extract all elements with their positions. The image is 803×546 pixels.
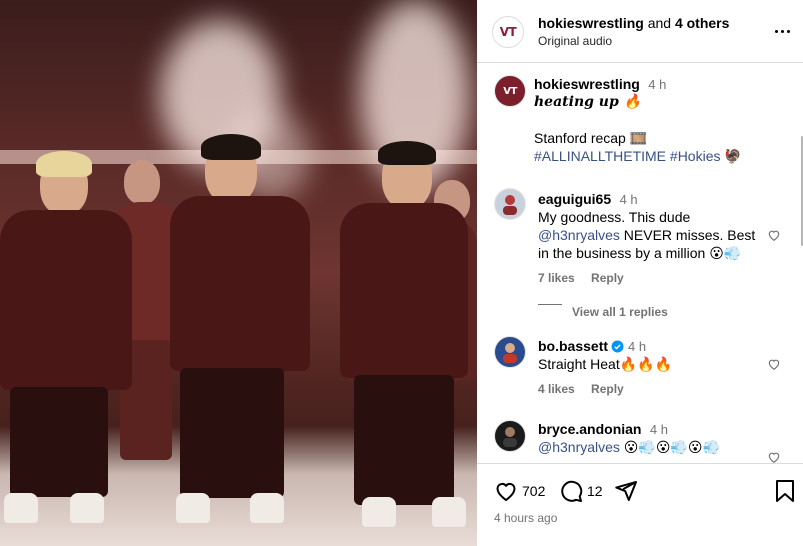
comment-text-part: My goodness. This dude — [538, 209, 691, 225]
reply-button[interactable]: Reply — [591, 382, 624, 396]
comment-likes[interactable]: 4 likes — [538, 382, 575, 396]
comment-avatar[interactable] — [494, 420, 526, 452]
hashtag-link[interactable]: #Hokies — [670, 148, 721, 164]
comment-time: 4 h — [649, 422, 668, 437]
caption-header: hokieswrestling 4 h — [534, 76, 666, 94]
comment-likes[interactable]: 7 likes — [538, 271, 575, 285]
comment-text: @h3nryalves 😮💨😮💨😮💨 — [538, 438, 720, 456]
share-icon[interactable] — [614, 479, 638, 503]
comment-text: Straight Heat🔥🔥🔥 — [538, 356, 673, 372]
caption-avatar[interactable]: VT — [494, 75, 526, 107]
header-others[interactable]: 4 others — [675, 15, 729, 31]
comment-header: eaguigui65 4 h — [538, 191, 638, 209]
post-actions: 702 12 4 hours ago — [477, 463, 803, 546]
caption-time: 4 h — [648, 77, 667, 92]
like-comment-heart-icon[interactable] — [767, 228, 781, 242]
comment-meta: 4 likes Reply — [538, 382, 637, 396]
header-username-line: hokieswrestling and 4 others — [538, 15, 729, 31]
mention-link[interactable]: @h3nryalves — [538, 227, 620, 243]
like-action[interactable]: 702 — [494, 479, 545, 503]
reply-button[interactable]: Reply — [591, 271, 624, 285]
bookmark-icon[interactable] — [774, 479, 796, 503]
audio-label[interactable]: Original audio — [538, 34, 612, 48]
comment-username[interactable]: bryce.andonian — [538, 421, 641, 437]
like-comment-heart-icon[interactable] — [767, 357, 781, 371]
header-and-text: and — [647, 15, 672, 31]
caption-hashtags: #ALLINALLTHETIME #Hokies 🦃 — [534, 148, 742, 165]
caption-emoji: 🦃 — [724, 148, 742, 164]
comment-avatar[interactable] — [494, 336, 526, 368]
header-username[interactable]: hokieswrestling — [538, 15, 644, 31]
comment-icon[interactable] — [559, 479, 583, 503]
comment-header: bryce.andonian 4 h — [538, 421, 668, 439]
like-comment-heart-icon[interactable] — [767, 450, 781, 463]
caption-line-2: Stanford recap 🎞️ — [534, 130, 648, 146]
post-photo[interactable] — [0, 0, 477, 546]
comment-avatar[interactable] — [494, 188, 526, 220]
post-header: VT hokieswrestling and 4 others Original… — [477, 0, 803, 63]
caption-username[interactable]: hokieswrestling — [534, 76, 640, 92]
comment-text-part: 😮💨😮💨😮💨 — [619, 439, 720, 455]
hashtag-link[interactable]: #ALLINALLTHETIME — [534, 148, 666, 164]
comment-meta: 7 likes Reply — [538, 271, 637, 285]
view-replies-link[interactable]: View all 1 replies — [572, 305, 668, 319]
like-count[interactable]: 702 — [522, 483, 545, 499]
account-avatar[interactable]: VT — [492, 16, 524, 48]
comment-time: 4 h — [628, 338, 647, 354]
comment-text: My goodness. This dude @h3nryalves NEVER… — [538, 208, 760, 262]
verified-badge-icon — [611, 340, 624, 352]
comment-action[interactable]: 12 — [559, 479, 603, 503]
comment-username[interactable]: eaguigui65 — [538, 191, 611, 207]
comment-header: bo.bassett 4 h — [538, 338, 646, 354]
heart-icon[interactable] — [494, 479, 518, 503]
comment-username[interactable]: bo.bassett — [538, 338, 608, 354]
post-side-panel: VT hokieswrestling and 4 others Original… — [477, 0, 803, 546]
mention-link[interactable]: @h3nryalves — [538, 439, 620, 455]
comments-list[interactable]: VT hokieswrestling 4 h heating up 🔥 Stan… — [477, 64, 803, 463]
post-timestamp[interactable]: 4 hours ago — [494, 511, 557, 525]
comment-count: 12 — [587, 483, 603, 499]
more-icon[interactable] — [773, 22, 791, 40]
caption-line-1: heating up 🔥 — [534, 94, 642, 110]
comment-time: 4 h — [619, 192, 638, 207]
replies-divider — [538, 304, 562, 305]
